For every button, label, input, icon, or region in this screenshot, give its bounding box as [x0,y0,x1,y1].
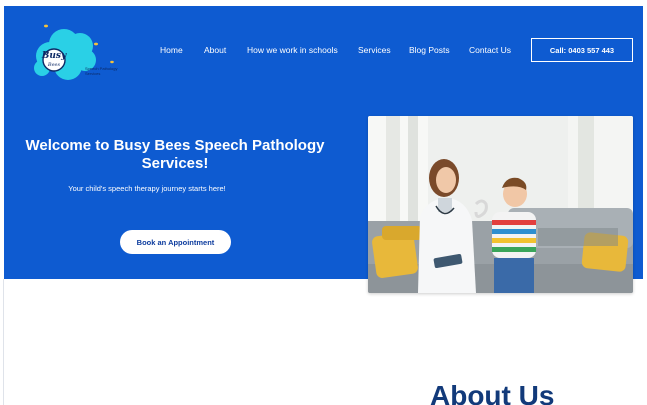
nav-item-contact[interactable]: Contact Us [469,45,511,55]
svg-text:Busy: Busy [41,51,67,61]
hero-subtitle: Your child's speech therapy journey star… [68,184,226,193]
book-appointment-button[interactable]: Book an Appointment [120,230,231,254]
therapist-child-image [368,116,633,293]
call-button-label: Call: 0403 557 443 [549,45,615,55]
page: Busy Bees Speech Pathology Services Home… [0,0,647,405]
site-logo[interactable]: Busy Bees Speech Pathology Services [30,22,126,84]
nav-item-home[interactable]: Home [160,45,183,55]
about-heading: About Us [430,380,555,405]
nav-item-services[interactable]: Services [358,45,391,55]
logo-tagline: Speech Pathology Services [85,66,118,76]
book-appointment-label: Book an Appointment [136,237,215,247]
nav-item-schools[interactable]: How we work in schools [247,45,338,55]
hero-title: Welcome to Busy Bees Speech Pathology Se… [25,137,325,172]
hero-photo [368,116,633,293]
nav-item-about[interactable]: About [204,45,226,55]
nav-item-blog[interactable]: Blog Posts [409,45,450,55]
call-button[interactable]: Call: 0403 557 443 [531,38,633,62]
svg-text:Bees: Bees [47,62,61,68]
content-divider [3,279,4,405]
